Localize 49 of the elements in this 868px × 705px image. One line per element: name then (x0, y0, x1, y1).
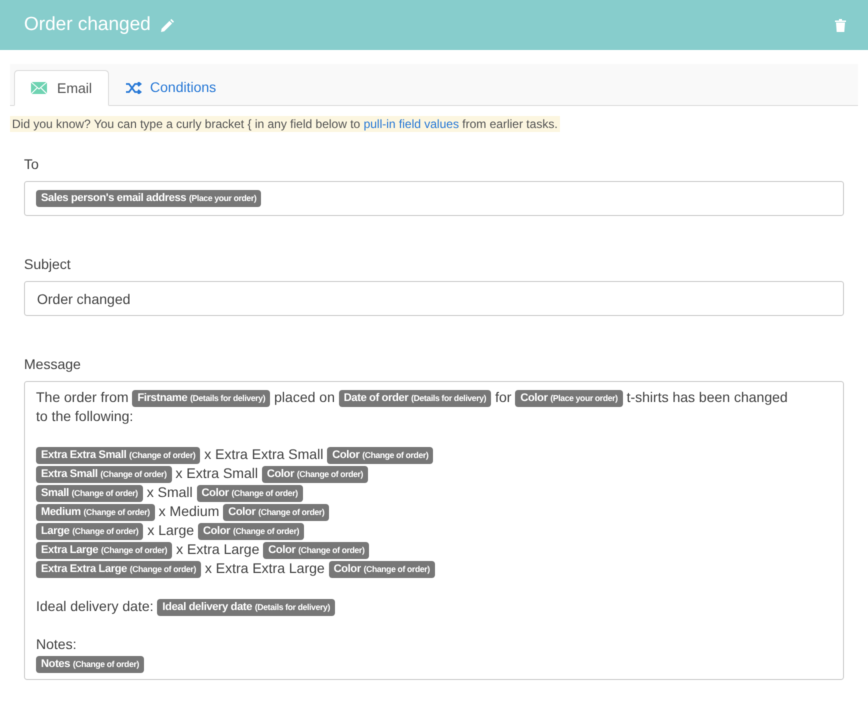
field-token: Medium (Change of order) (36, 504, 155, 521)
message-text: x Extra Small (176, 465, 258, 481)
field-token: Color (Change of order) (262, 466, 368, 483)
field-values-link[interactable]: pull-in field values (364, 117, 459, 131)
field-token: Firstname (Details for delivery) (132, 390, 270, 407)
field-label: To (24, 155, 40, 174)
message-text: The order from (36, 389, 129, 405)
field-token: Date of order (Details for delivery) (338, 390, 492, 407)
field-token: Color (Change of order) (223, 504, 330, 521)
message-text: Ideal delivery date: (36, 598, 154, 614)
shuffle-icon (126, 82, 142, 94)
trash-icon[interactable] (835, 18, 846, 32)
field-token: Extra Small (Change of order) (36, 466, 172, 483)
tip-text: Did you know? You can type a curly bracket { in any field below to pull-in field values from earlier tasks. (10, 116, 560, 132)
message-text: x Medium (158, 503, 220, 519)
field-token: Notes (Change of order) (36, 656, 144, 673)
field-token: Large (Change of order) (36, 522, 144, 540)
message-text: to the following: (36, 408, 134, 424)
field-token: Small (Change of order) (36, 484, 143, 502)
message-text: x Large (147, 522, 194, 538)
message-field[interactable] (24, 381, 844, 680)
field-token: Sales person's email address (Place your order) (36, 190, 262, 207)
subject-field[interactable]: Order changed (24, 281, 844, 316)
field-label: Message (24, 355, 82, 374)
field-token: Color (Place your order) (515, 390, 623, 407)
message-text: Notes: (36, 636, 76, 652)
message-text: for (495, 389, 512, 405)
task-title: Order changed (24, 12, 151, 37)
field-token: Color (Change of order) (327, 446, 434, 464)
message-text: x Extra Extra Large (204, 560, 325, 576)
to-field[interactable]: Sales person's email address (Place your order) (24, 181, 844, 216)
message-text: x Small (146, 484, 193, 500)
field-token: Color (Change of order) (198, 522, 304, 540)
message-text: t-shirts has been changed (626, 389, 788, 405)
field-token: Extra Extra Small (Change of order) (36, 446, 200, 464)
pencil-icon[interactable] (160, 18, 174, 32)
field-label: Subject (24, 255, 72, 274)
field-token: Color (Change of order) (328, 560, 435, 578)
tab[interactable]: Conditions (109, 70, 234, 105)
tab[interactable]: Email (14, 70, 110, 106)
message-text: placed on (274, 389, 335, 405)
message-text: x Extra Extra Small (204, 446, 324, 462)
field-token: Ideal delivery date (Details for delivery) (157, 598, 335, 616)
field-token: Extra Extra Large (Change of order) (36, 560, 201, 578)
field-token: Color (Change of order) (263, 542, 370, 559)
field-token: Color (Change of order) (196, 484, 303, 502)
envelope-icon (31, 82, 47, 94)
message-text: x Extra Large (176, 541, 260, 557)
field-token: Extra Large (Change of order) (36, 542, 172, 559)
